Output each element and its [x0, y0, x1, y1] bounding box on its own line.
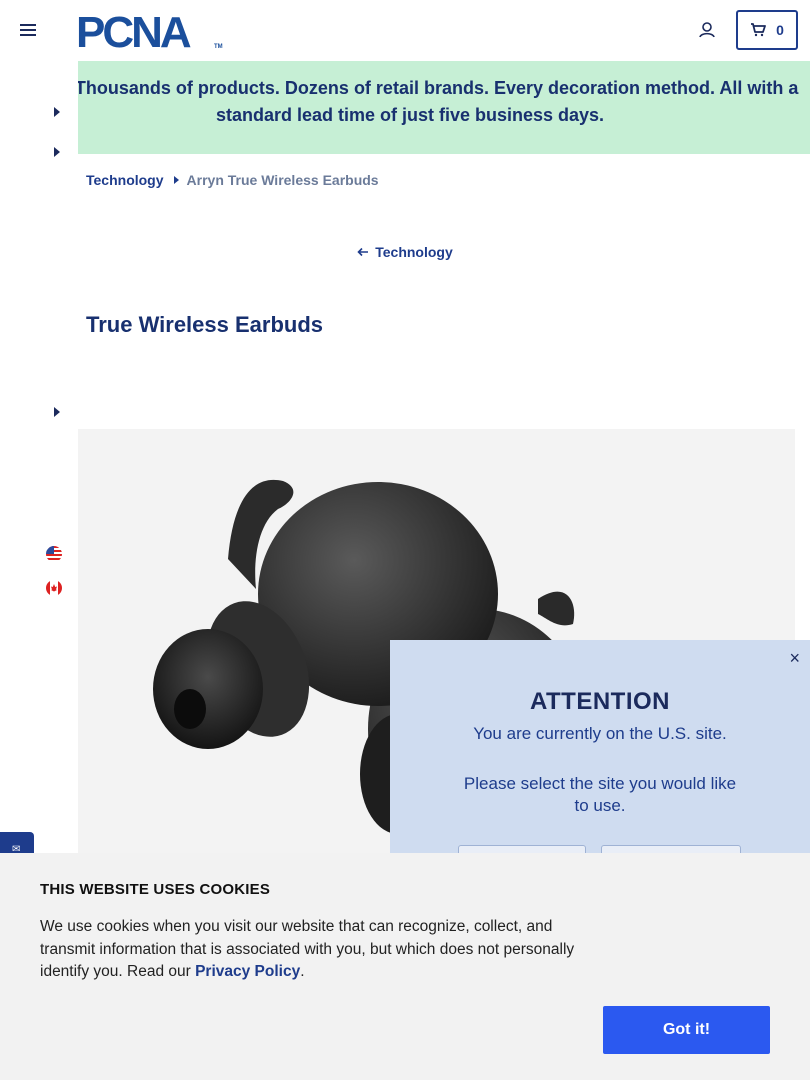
breadcrumb-link[interactable]: Technology: [86, 172, 164, 188]
svg-text:TM: TM: [214, 44, 223, 50]
pcna-logo[interactable]: PCNA TM: [76, 10, 224, 52]
cookie-title: THIS WEBSITE USES COOKIES: [40, 881, 271, 898]
cookie-period: .: [300, 963, 305, 980]
promo-text: Wait? Thousands of products. Dozens of r…: [21, 78, 799, 125]
breadcrumb: Technology Arryn True Wireless Earbuds: [86, 172, 379, 188]
modal-current-site-text: You are currently on the U.S. site.: [473, 724, 727, 743]
breadcrumb-current: Arryn True Wireless Earbuds: [186, 172, 379, 188]
canada-flag-icon[interactable]: [46, 580, 62, 596]
accept-cookies-button[interactable]: Got it!: [603, 1006, 770, 1054]
cookie-body-text: We use cookies when you visit our websit…: [40, 918, 575, 980]
cookie-notice: THIS WEBSITE USES COOKIES We use cookies…: [0, 853, 810, 1080]
cart-count: 0: [776, 22, 784, 38]
promo-banner: Wait? Thousands of products. Dozens of r…: [0, 61, 810, 154]
back-to-category-link[interactable]: Technology: [357, 244, 453, 260]
arrow-left-icon: [357, 247, 369, 257]
modal-select-site-text: Please select the site you would like to…: [463, 774, 737, 815]
breadcrumb-separator-icon: [173, 176, 179, 184]
hamburger-menu-icon[interactable]: [18, 20, 38, 40]
site-header: PCNA TM 0: [0, 0, 810, 61]
shopping-cart-icon: [751, 23, 766, 37]
cart-button[interactable]: 0: [736, 10, 798, 50]
back-link-row: Technology: [0, 244, 810, 260]
expand-arrow-icon[interactable]: [54, 407, 60, 417]
privacy-policy-link[interactable]: Privacy Policy: [195, 963, 300, 980]
page-title: True Wireless Earbuds: [86, 312, 324, 337]
back-link-label: Technology: [375, 244, 453, 260]
modal-title: ATTENTION: [529, 688, 671, 715]
svg-text:PCNA: PCNA: [76, 10, 191, 52]
user-account-icon[interactable]: [697, 20, 717, 40]
us-flag-icon[interactable]: [46, 546, 62, 562]
cookie-body: We use cookies when you visit our websit…: [40, 916, 610, 984]
expand-arrow-icon[interactable]: [54, 107, 60, 117]
expand-arrow-icon[interactable]: [54, 147, 60, 157]
close-icon[interactable]: ×: [789, 648, 800, 669]
